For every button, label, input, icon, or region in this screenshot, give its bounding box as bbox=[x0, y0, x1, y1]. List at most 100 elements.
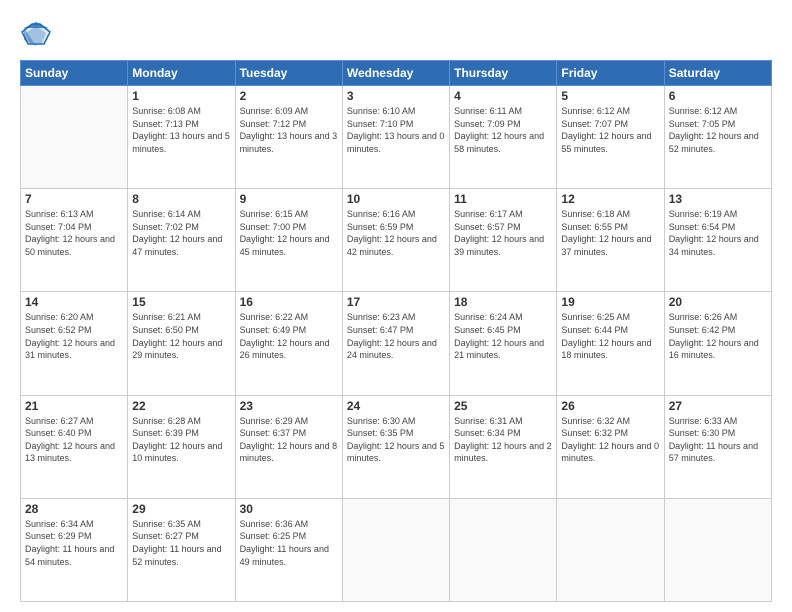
day-number: 23 bbox=[240, 399, 338, 413]
day-number: 20 bbox=[669, 295, 767, 309]
day-info: Sunrise: 6:35 AM Sunset: 6:27 PM Dayligh… bbox=[132, 518, 230, 568]
calendar-cell bbox=[342, 498, 449, 601]
day-number: 18 bbox=[454, 295, 552, 309]
calendar-cell: 8 Sunrise: 6:14 AM Sunset: 7:02 PM Daylig… bbox=[128, 189, 235, 292]
calendar-cell bbox=[557, 498, 664, 601]
day-info: Sunrise: 6:11 AM Sunset: 7:09 PM Dayligh… bbox=[454, 105, 552, 155]
day-info: Sunrise: 6:14 AM Sunset: 7:02 PM Dayligh… bbox=[132, 208, 230, 258]
calendar-cell: 13 Sunrise: 6:19 AM Sunset: 6:54 PM Dayli… bbox=[664, 189, 771, 292]
calendar-cell: 26 Sunrise: 6:32 AM Sunset: 6:32 PM Dayli… bbox=[557, 395, 664, 498]
day-number: 3 bbox=[347, 89, 445, 103]
calendar-cell: 22 Sunrise: 6:28 AM Sunset: 6:39 PM Dayli… bbox=[128, 395, 235, 498]
calendar-cell: 7 Sunrise: 6:13 AM Sunset: 7:04 PM Daylig… bbox=[21, 189, 128, 292]
day-number: 11 bbox=[454, 192, 552, 206]
day-info: Sunrise: 6:18 AM Sunset: 6:55 PM Dayligh… bbox=[561, 208, 659, 258]
calendar-cell: 24 Sunrise: 6:30 AM Sunset: 6:35 PM Dayli… bbox=[342, 395, 449, 498]
day-info: Sunrise: 6:15 AM Sunset: 7:00 PM Dayligh… bbox=[240, 208, 338, 258]
day-number: 24 bbox=[347, 399, 445, 413]
day-number: 30 bbox=[240, 502, 338, 516]
calendar-week-row: 7 Sunrise: 6:13 AM Sunset: 7:04 PM Daylig… bbox=[21, 189, 772, 292]
calendar-header-tuesday: Tuesday bbox=[235, 61, 342, 86]
calendar-cell: 23 Sunrise: 6:29 AM Sunset: 6:37 PM Dayli… bbox=[235, 395, 342, 498]
calendar-table: SundayMondayTuesdayWednesdayThursdayFrid… bbox=[20, 60, 772, 602]
day-number: 21 bbox=[25, 399, 123, 413]
day-number: 6 bbox=[669, 89, 767, 103]
calendar-cell: 12 Sunrise: 6:18 AM Sunset: 6:55 PM Dayli… bbox=[557, 189, 664, 292]
day-number: 17 bbox=[347, 295, 445, 309]
calendar-week-row: 1 Sunrise: 6:08 AM Sunset: 7:13 PM Daylig… bbox=[21, 86, 772, 189]
day-number: 1 bbox=[132, 89, 230, 103]
day-info: Sunrise: 6:12 AM Sunset: 7:05 PM Dayligh… bbox=[669, 105, 767, 155]
day-info: Sunrise: 6:22 AM Sunset: 6:49 PM Dayligh… bbox=[240, 311, 338, 361]
day-info: Sunrise: 6:09 AM Sunset: 7:12 PM Dayligh… bbox=[240, 105, 338, 155]
calendar-header-row: SundayMondayTuesdayWednesdayThursdayFrid… bbox=[21, 61, 772, 86]
day-info: Sunrise: 6:31 AM Sunset: 6:34 PM Dayligh… bbox=[454, 415, 552, 465]
calendar-cell bbox=[21, 86, 128, 189]
day-info: Sunrise: 6:13 AM Sunset: 7:04 PM Dayligh… bbox=[25, 208, 123, 258]
calendar-cell: 4 Sunrise: 6:11 AM Sunset: 7:09 PM Daylig… bbox=[450, 86, 557, 189]
calendar-cell: 27 Sunrise: 6:33 AM Sunset: 6:30 PM Dayli… bbox=[664, 395, 771, 498]
day-number: 27 bbox=[669, 399, 767, 413]
day-info: Sunrise: 6:08 AM Sunset: 7:13 PM Dayligh… bbox=[132, 105, 230, 155]
calendar-cell: 3 Sunrise: 6:10 AM Sunset: 7:10 PM Daylig… bbox=[342, 86, 449, 189]
day-number: 29 bbox=[132, 502, 230, 516]
day-number: 15 bbox=[132, 295, 230, 309]
calendar-cell: 11 Sunrise: 6:17 AM Sunset: 6:57 PM Dayli… bbox=[450, 189, 557, 292]
calendar-week-row: 28Sunrise: 6:34 AM Sunset: 6:29 PM Dayli… bbox=[21, 498, 772, 601]
day-number: 14 bbox=[25, 295, 123, 309]
calendar-cell: 28Sunrise: 6:34 AM Sunset: 6:29 PM Dayli… bbox=[21, 498, 128, 601]
day-number: 13 bbox=[669, 192, 767, 206]
day-info: Sunrise: 6:32 AM Sunset: 6:32 PM Dayligh… bbox=[561, 415, 659, 465]
calendar-cell: 14 Sunrise: 6:20 AM Sunset: 6:52 PM Dayli… bbox=[21, 292, 128, 395]
calendar-header-wednesday: Wednesday bbox=[342, 61, 449, 86]
calendar-week-row: 21 Sunrise: 6:27 AM Sunset: 6:40 PM Dayli… bbox=[21, 395, 772, 498]
day-number: 9 bbox=[240, 192, 338, 206]
day-number: 8 bbox=[132, 192, 230, 206]
logo-icon bbox=[20, 18, 52, 50]
day-info: Sunrise: 6:10 AM Sunset: 7:10 PM Dayligh… bbox=[347, 105, 445, 155]
calendar-header-thursday: Thursday bbox=[450, 61, 557, 86]
day-number: 28 bbox=[25, 502, 123, 516]
calendar-header-sunday: Sunday bbox=[21, 61, 128, 86]
calendar-cell: 19Sunrise: 6:25 AM Sunset: 6:44 PM Dayli… bbox=[557, 292, 664, 395]
calendar-cell: 30Sunrise: 6:36 AM Sunset: 6:25 PM Dayli… bbox=[235, 498, 342, 601]
day-number: 26 bbox=[561, 399, 659, 413]
day-info: Sunrise: 6:25 AM Sunset: 6:44 PM Dayligh… bbox=[561, 311, 659, 361]
calendar-cell: 16 Sunrise: 6:22 AM Sunset: 6:49 PM Dayli… bbox=[235, 292, 342, 395]
calendar-header-monday: Monday bbox=[128, 61, 235, 86]
calendar-cell: 15 Sunrise: 6:21 AM Sunset: 6:50 PM Dayli… bbox=[128, 292, 235, 395]
day-info: Sunrise: 6:33 AM Sunset: 6:30 PM Dayligh… bbox=[669, 415, 767, 465]
day-info: Sunrise: 6:19 AM Sunset: 6:54 PM Dayligh… bbox=[669, 208, 767, 258]
day-info: Sunrise: 6:21 AM Sunset: 6:50 PM Dayligh… bbox=[132, 311, 230, 361]
day-number: 12 bbox=[561, 192, 659, 206]
calendar-cell: 17 Sunrise: 6:23 AM Sunset: 6:47 PM Dayli… bbox=[342, 292, 449, 395]
day-info: Sunrise: 6:30 AM Sunset: 6:35 PM Dayligh… bbox=[347, 415, 445, 465]
calendar-cell: 29 Sunrise: 6:35 AM Sunset: 6:27 PM Dayli… bbox=[128, 498, 235, 601]
calendar-header-friday: Friday bbox=[557, 61, 664, 86]
day-number: 22 bbox=[132, 399, 230, 413]
calendar-cell bbox=[450, 498, 557, 601]
day-info: Sunrise: 6:28 AM Sunset: 6:39 PM Dayligh… bbox=[132, 415, 230, 465]
calendar-cell bbox=[664, 498, 771, 601]
calendar-cell: 18 Sunrise: 6:24 AM Sunset: 6:45 PM Dayli… bbox=[450, 292, 557, 395]
day-number: 25 bbox=[454, 399, 552, 413]
calendar-week-row: 14 Sunrise: 6:20 AM Sunset: 6:52 PM Dayli… bbox=[21, 292, 772, 395]
day-number: 4 bbox=[454, 89, 552, 103]
calendar-cell: 20 Sunrise: 6:26 AM Sunset: 6:42 PM Dayli… bbox=[664, 292, 771, 395]
day-number: 16 bbox=[240, 295, 338, 309]
logo bbox=[20, 18, 56, 50]
day-number: 10 bbox=[347, 192, 445, 206]
calendar-cell: 9 Sunrise: 6:15 AM Sunset: 7:00 PM Daylig… bbox=[235, 189, 342, 292]
day-info: Sunrise: 6:20 AM Sunset: 6:52 PM Dayligh… bbox=[25, 311, 123, 361]
day-info: Sunrise: 6:24 AM Sunset: 6:45 PM Dayligh… bbox=[454, 311, 552, 361]
day-info: Sunrise: 6:17 AM Sunset: 6:57 PM Dayligh… bbox=[454, 208, 552, 258]
day-number: 7 bbox=[25, 192, 123, 206]
calendar-header-saturday: Saturday bbox=[664, 61, 771, 86]
day-number: 5 bbox=[561, 89, 659, 103]
day-info: Sunrise: 6:16 AM Sunset: 6:59 PM Dayligh… bbox=[347, 208, 445, 258]
day-info: Sunrise: 6:27 AM Sunset: 6:40 PM Dayligh… bbox=[25, 415, 123, 465]
day-info: Sunrise: 6:23 AM Sunset: 6:47 PM Dayligh… bbox=[347, 311, 445, 361]
day-info: Sunrise: 6:26 AM Sunset: 6:42 PM Dayligh… bbox=[669, 311, 767, 361]
calendar-cell: 21 Sunrise: 6:27 AM Sunset: 6:40 PM Dayli… bbox=[21, 395, 128, 498]
day-info: Sunrise: 6:29 AM Sunset: 6:37 PM Dayligh… bbox=[240, 415, 338, 465]
